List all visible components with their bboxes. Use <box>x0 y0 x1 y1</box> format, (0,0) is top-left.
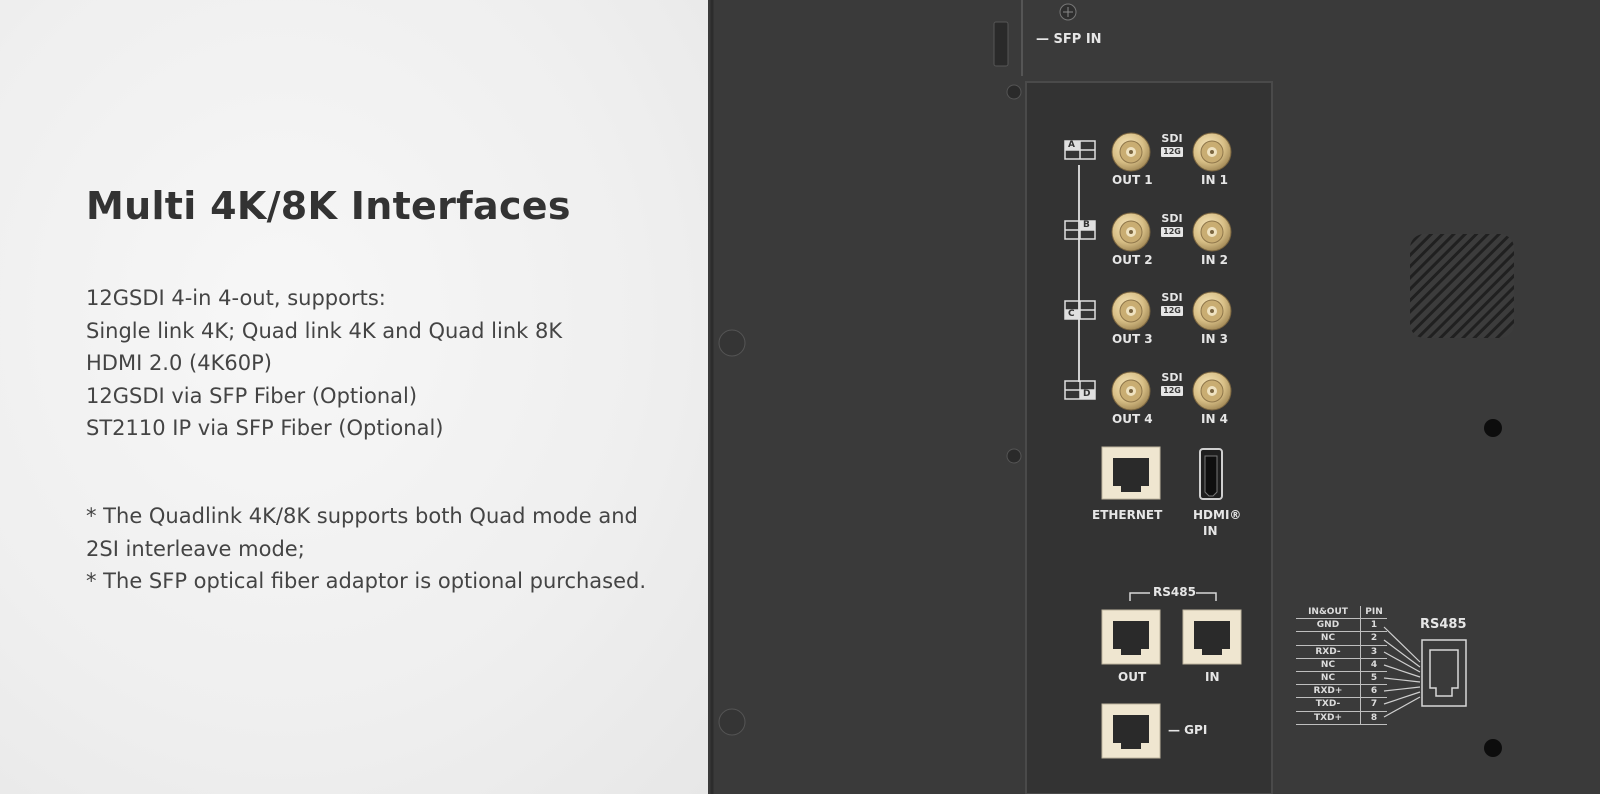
in-3-label: IN 3 <box>1201 332 1229 346</box>
sfp-in-label: — SFP IN <box>1036 32 1102 47</box>
rs485-out-port[interactable] <box>1101 609 1161 665</box>
bnc-in-1[interactable] <box>1192 132 1232 172</box>
pinout-pin: 8 <box>1360 711 1387 725</box>
screw-icon <box>718 329 746 357</box>
mount-hole <box>1484 419 1502 437</box>
pinout-pin: 3 <box>1360 645 1387 659</box>
ethernet-port[interactable] <box>1101 446 1161 500</box>
rs485-out-label: OUT <box>1118 670 1147 684</box>
rs485-in-port[interactable] <box>1182 609 1242 665</box>
in-4-label: IN 4 <box>1201 412 1229 426</box>
pinout-signal: RXD- <box>1296 645 1361 659</box>
in-2-label: IN 2 <box>1201 253 1229 267</box>
pinout-title: RS485 <box>1420 617 1467 632</box>
quad-b-letter: B <box>1083 220 1090 230</box>
pinout-signal: NC <box>1296 671 1361 686</box>
out-4-label: OUT 4 <box>1112 412 1153 426</box>
pinout-pin: 4 <box>1360 658 1387 672</box>
out-1-label: OUT 1 <box>1112 173 1153 187</box>
pinout-pin: 5 <box>1360 671 1387 686</box>
ethernet-label: ETHERNET <box>1092 508 1163 522</box>
pinout-signal: TXD+ <box>1296 711 1361 725</box>
screw-icon <box>1006 448 1022 464</box>
bnc-in-4[interactable] <box>1192 371 1232 411</box>
pinout-signal: GND <box>1296 618 1361 633</box>
out-3-label: OUT 3 <box>1112 332 1153 346</box>
gpi-port[interactable] <box>1101 703 1161 759</box>
bnc-out-1[interactable] <box>1111 132 1151 172</box>
screw-icon <box>718 708 746 736</box>
rj45-outline-icon <box>1421 639 1467 707</box>
rs485-in-label: IN <box>1205 670 1220 684</box>
quad-d-letter: D <box>1083 389 1091 399</box>
hdmi-port[interactable] <box>1199 448 1223 500</box>
pinout-signal: TXD- <box>1296 697 1361 712</box>
bnc-out-2[interactable] <box>1111 212 1151 252</box>
mount-hole <box>1484 739 1502 757</box>
pinout-pin: 6 <box>1360 684 1387 699</box>
sfp-slot[interactable] <box>993 21 1009 67</box>
pinout-header-signal: IN&OUT <box>1296 606 1361 620</box>
bnc-out-3[interactable] <box>1111 291 1151 331</box>
bnc-in-3[interactable] <box>1192 291 1232 331</box>
screw-icon <box>1006 84 1022 100</box>
rs485-label: RS485 <box>1153 585 1196 599</box>
hdmi-in-label: IN <box>1203 524 1218 538</box>
out-2-label: OUT 2 <box>1112 253 1153 267</box>
pinout-signal: NC <box>1296 631 1361 646</box>
connector-panel <box>1025 81 1273 794</box>
pinout-pin: 7 <box>1360 697 1387 712</box>
hdmi-label: HDMI® <box>1193 508 1242 522</box>
pinout-pin: 1 <box>1360 618 1387 633</box>
quad-a-letter: A <box>1068 140 1075 150</box>
pinout-header-pin: PIN <box>1360 606 1387 620</box>
sdi-12g-badge-3: SDI 12G <box>1161 291 1183 316</box>
quad-c-letter: C <box>1068 309 1075 319</box>
pinout-signal: RXD+ <box>1296 684 1361 699</box>
rs485-pinout-table: IN&OUT PIN GND 1 NC 2 RXD- 3 NC 4 NC 5 RXD+ 6 T… <box>1296 606 1387 725</box>
pinout-signal: NC <box>1296 658 1361 672</box>
sdi-12g-badge-2: SDI 12G <box>1161 212 1183 237</box>
pinout-pin: 2 <box>1360 631 1387 646</box>
bnc-in-2[interactable] <box>1192 212 1232 252</box>
sdi-12g-badge-4: SDI 12G <box>1161 371 1183 396</box>
in-1-label: IN 1 <box>1201 173 1229 187</box>
sdi-12g-badge-1: SDI 12G <box>1161 132 1183 157</box>
rs485-pinout-wires <box>1383 626 1421 718</box>
gpi-label: — GPI <box>1168 723 1208 737</box>
speaker-grille <box>1410 234 1514 338</box>
bnc-out-4[interactable] <box>1111 371 1151 411</box>
